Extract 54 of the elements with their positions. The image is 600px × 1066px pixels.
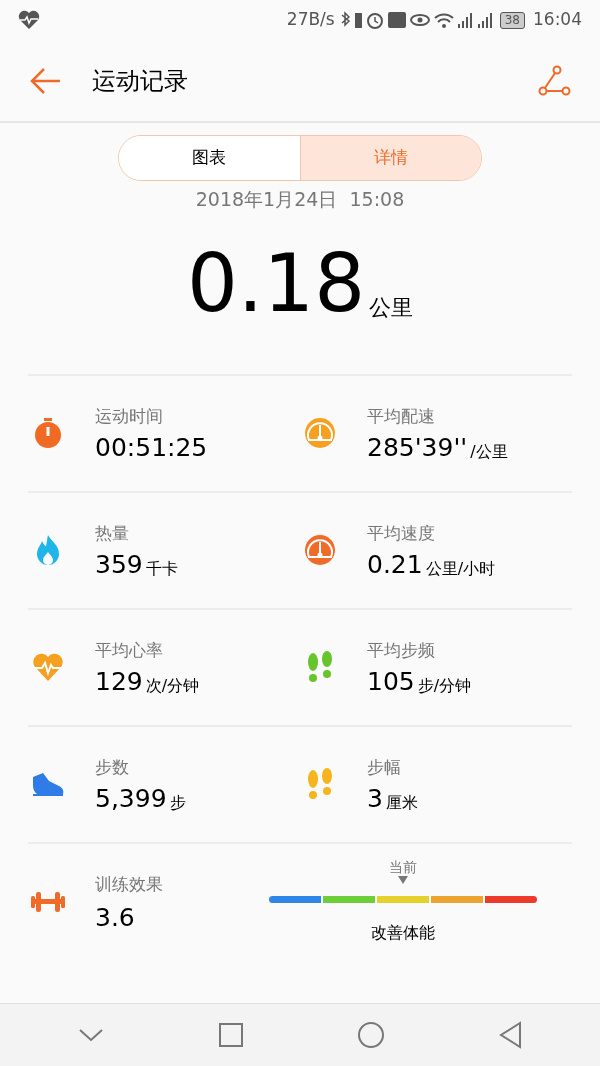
stat-label: 步幅 [367, 756, 402, 779]
home-button[interactable] [356, 1021, 385, 1049]
stat-value: 105 [367, 668, 415, 696]
battery-icon [354, 12, 362, 28]
stat-label: 平均速度 [367, 522, 436, 545]
stat-unit: 公里/小时 [425, 559, 496, 579]
circle-icon [356, 1021, 385, 1049]
stat-unit: 次/分钟 [145, 676, 200, 696]
stat-value: 00:51:25 [95, 434, 208, 462]
stat-unit: 厘米 [385, 793, 418, 813]
workout-date: 2018年1月24日 15:08 [194, 187, 406, 212]
speedometer-icon [303, 416, 337, 450]
stat-value: 3.6 [95, 903, 136, 932]
stat-label: 步数 [95, 756, 130, 779]
stat-value: 5,399 [95, 785, 167, 813]
bluetooth-icon [340, 11, 351, 29]
stat-unit: /公里 [470, 442, 508, 462]
segment-tab[interactable]: 图表 [119, 136, 300, 180]
alarm-icon [365, 11, 384, 29]
stat-unit: 步/分钟 [417, 676, 472, 696]
network-speed: 27B/s [286, 8, 335, 32]
marker-icon [398, 876, 408, 884]
distance-value: 0.18 [186, 243, 366, 324]
stat-label: 平均步频 [367, 639, 436, 662]
distance-unit: 公里 [369, 293, 414, 322]
nav-back-button[interactable] [497, 1021, 524, 1049]
triangle-icon [497, 1021, 524, 1049]
stat-label: 平均心率 [95, 639, 164, 662]
stat-value: 359 [95, 551, 143, 579]
stat-value: 129 [95, 668, 143, 696]
stat-label: 热量 [95, 522, 130, 545]
square-icon [217, 1022, 244, 1048]
speedometer-icon [303, 533, 337, 567]
stat-value: 3 [367, 785, 383, 813]
wifi-icon [433, 12, 454, 28]
training-result: 改善体能 [370, 922, 436, 944]
signal-icon [457, 12, 474, 28]
battery-level: 38 [499, 11, 525, 29]
signal-icon [477, 12, 494, 28]
recents-button[interactable] [217, 1022, 244, 1048]
stat-label: 运动时间 [95, 405, 164, 428]
stat-unit: 千卡 [145, 559, 178, 579]
stat-unit: 步 [169, 793, 186, 813]
heart-rate-icon [18, 10, 40, 30]
marker-label: 当前 [389, 858, 417, 876]
status-time: 16:04 [533, 8, 582, 32]
eye-icon [409, 13, 430, 27]
share-icon [537, 64, 571, 97]
back-icon [28, 65, 62, 96]
stat-label: 训练效果 [95, 872, 164, 896]
stat-label: 平均配速 [367, 405, 436, 428]
page-title: 运动记录 [92, 65, 188, 97]
stat-value: 0.21 [367, 551, 423, 579]
stat-value: 285'39'' [367, 434, 468, 462]
